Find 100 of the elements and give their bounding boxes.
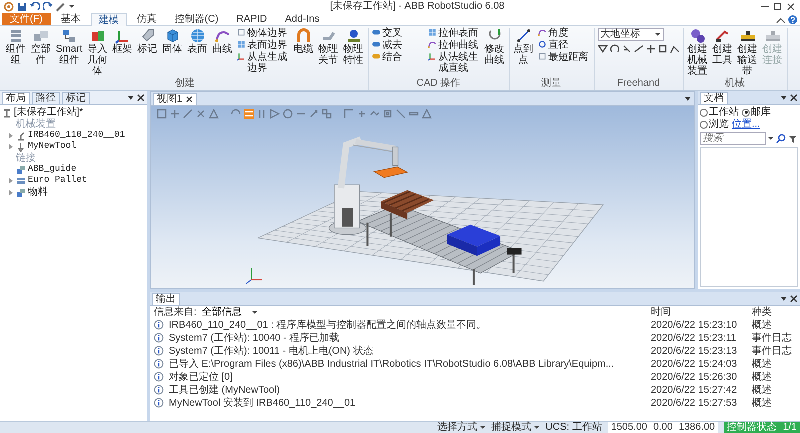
ribbon-button[interactable]: 角度: [538, 28, 591, 39]
ribbon-tab[interactable]: Add-Ins: [277, 13, 328, 25]
ribbon-button[interactable]: 点到点: [512, 28, 535, 66]
restore-icon[interactable]: [773, 2, 783, 12]
ribbon-button[interactable]: 修改曲线: [484, 28, 506, 66]
curve-icon: [538, 28, 547, 37]
ribbon-tab[interactable]: RAPID: [228, 13, 276, 25]
selection-mode-dropdown[interactable]: 选择方式: [438, 422, 486, 433]
coordinate-dropdown[interactable]: 大地坐标: [598, 28, 664, 41]
ribbon-tab[interactable]: 仿真: [128, 13, 165, 25]
filter-icon[interactable]: [788, 134, 798, 144]
ribbon-button[interactable]: 从法线生成直线: [428, 52, 481, 74]
part-icon: [16, 188, 26, 198]
view-tab[interactable]: 视图1: [153, 92, 197, 104]
freehand-tool-icon[interactable]: [598, 44, 608, 54]
ribbon-button[interactable]: 减去: [372, 40, 425, 51]
snap-mode-dropdown[interactable]: 捕捉模式: [492, 422, 540, 433]
search-icon[interactable]: [776, 134, 786, 144]
ribbon-button[interactable]: 表面边界: [236, 40, 290, 51]
ribbon-button[interactable]: 交叉: [372, 28, 425, 39]
freehand-tool-icon[interactable]: [646, 44, 656, 54]
panel-tab[interactable]: 文档: [700, 92, 728, 104]
ribbon-tab[interactable]: 建模: [90, 13, 127, 26]
tree-item[interactable]: MyNewTool: [28, 142, 77, 152]
ribbon-tab[interactable]: 控制器(C): [166, 13, 227, 25]
undo-icon[interactable]: [30, 2, 40, 12]
info-icon: [154, 398, 164, 408]
ribbon-button[interactable]: 创建工具: [712, 28, 734, 66]
save-icon[interactable]: [17, 2, 27, 12]
freehand-tool-icon[interactable]: [610, 44, 620, 54]
pen-icon[interactable]: [56, 2, 66, 12]
location-link[interactable]: 位置...: [732, 119, 760, 130]
ribbon-button[interactable]: 框架: [112, 28, 134, 55]
ribbon-button[interactable]: 电缆: [292, 28, 315, 55]
expand-arrow-icon[interactable]: [8, 190, 14, 196]
panel-tab[interactable]: 输出: [152, 292, 180, 304]
ribbon-button[interactable]: 创建机械装置: [686, 28, 709, 77]
close-icon[interactable]: [786, 2, 796, 12]
ribbon-button[interactable]: 固体: [162, 28, 184, 55]
ribbon-button[interactable]: 空部件: [30, 28, 52, 66]
radio-button[interactable]: [700, 108, 708, 116]
panel-tab[interactable]: 路径: [32, 92, 60, 104]
ribbon-button[interactable]: 物理特性: [342, 28, 365, 66]
ribbon-button[interactable]: 拉伸曲线: [428, 40, 481, 51]
ribbon-button[interactable]: 从点生成边界: [236, 52, 290, 74]
redo-icon[interactable]: [43, 2, 53, 12]
grid-icon: [236, 40, 246, 49]
radio-label[interactable]: 浏览: [709, 119, 729, 130]
ribbon-button[interactable]: 表面: [186, 28, 209, 55]
group-label: 测量: [540, 77, 563, 90]
freehand-tool-icon[interactable]: [658, 44, 668, 54]
ribbon-tab[interactable]: 基本: [52, 13, 89, 25]
dropdown-arrow-icon[interactable]: [780, 94, 788, 102]
ribbon-button[interactable]: 拉伸表面: [428, 28, 481, 39]
freehand-tool-icon[interactable]: [634, 44, 644, 54]
tree-item[interactable]: 物料: [28, 187, 48, 198]
radio-button[interactable]: [742, 108, 750, 116]
part-icon: [16, 165, 26, 175]
axes-icon: [236, 52, 246, 61]
radio-button[interactable]: [700, 120, 708, 128]
ribbon-button[interactable]: 直径: [538, 40, 591, 51]
tree-item[interactable]: Euro Pallet: [28, 176, 88, 186]
close-icon[interactable]: [790, 94, 798, 102]
tree-item[interactable]: [未保存工作站]*: [14, 107, 84, 118]
panel-tab[interactable]: 标记: [62, 92, 90, 104]
dropdown-arrow-icon[interactable]: [127, 94, 135, 102]
ribbon-button[interactable]: 导入几何体: [86, 28, 109, 77]
search-field[interactable]: 搜索: [700, 132, 766, 145]
dropdown-arrow-icon[interactable]: [780, 294, 788, 302]
expand-arrow-icon[interactable]: [8, 178, 14, 184]
filter-label: 信息来自:: [154, 307, 197, 318]
close-icon[interactable]: [186, 96, 193, 102]
tree-item[interactable]: ABB_guide: [28, 165, 77, 175]
highlighted-view-tool-icon[interactable]: [244, 109, 254, 119]
ribbon-button[interactable]: 曲线: [212, 28, 234, 55]
dropdown-arrow-icon[interactable]: [684, 94, 692, 102]
ribbon-button[interactable]: 创建输送带: [736, 28, 759, 77]
freehand-tool-icon[interactable]: [622, 44, 632, 54]
ribbon-button[interactable]: 最短距离: [538, 52, 591, 63]
tree-item[interactable]: IRB460_110_240__01: [28, 131, 126, 141]
ribbon-button[interactable]: 组件组: [5, 28, 27, 66]
expand-arrow-icon[interactable]: [8, 144, 14, 150]
radio-label[interactable]: 邮库: [751, 107, 771, 118]
radio-label[interactable]: 工作站: [709, 107, 739, 118]
collapse-ribbon-icon[interactable]: [776, 17, 786, 25]
ribbon-button[interactable]: 物理关节: [318, 28, 340, 66]
globe-icon: [190, 28, 206, 44]
help-icon[interactable]: [788, 15, 798, 25]
panel-tab[interactable]: 布局: [2, 92, 30, 104]
close-icon[interactable]: [137, 94, 145, 102]
message-filter-dropdown[interactable]: 全部信息: [200, 307, 260, 318]
ribbon-button[interactable]: 物体边界: [236, 28, 290, 39]
ribbon-button[interactable]: Smart组件: [55, 28, 84, 66]
box-drawing: [447, 224, 501, 256]
ribbon-button[interactable]: 标记: [136, 28, 159, 55]
freehand-tool-icon[interactable]: [670, 44, 680, 54]
log-message: MyNewTool 安装到 IRB460_110_240__01: [169, 398, 357, 409]
close-icon[interactable]: [790, 294, 798, 302]
ribbon-button[interactable]: 结合: [372, 52, 425, 63]
expand-arrow-icon[interactable]: [8, 133, 14, 139]
